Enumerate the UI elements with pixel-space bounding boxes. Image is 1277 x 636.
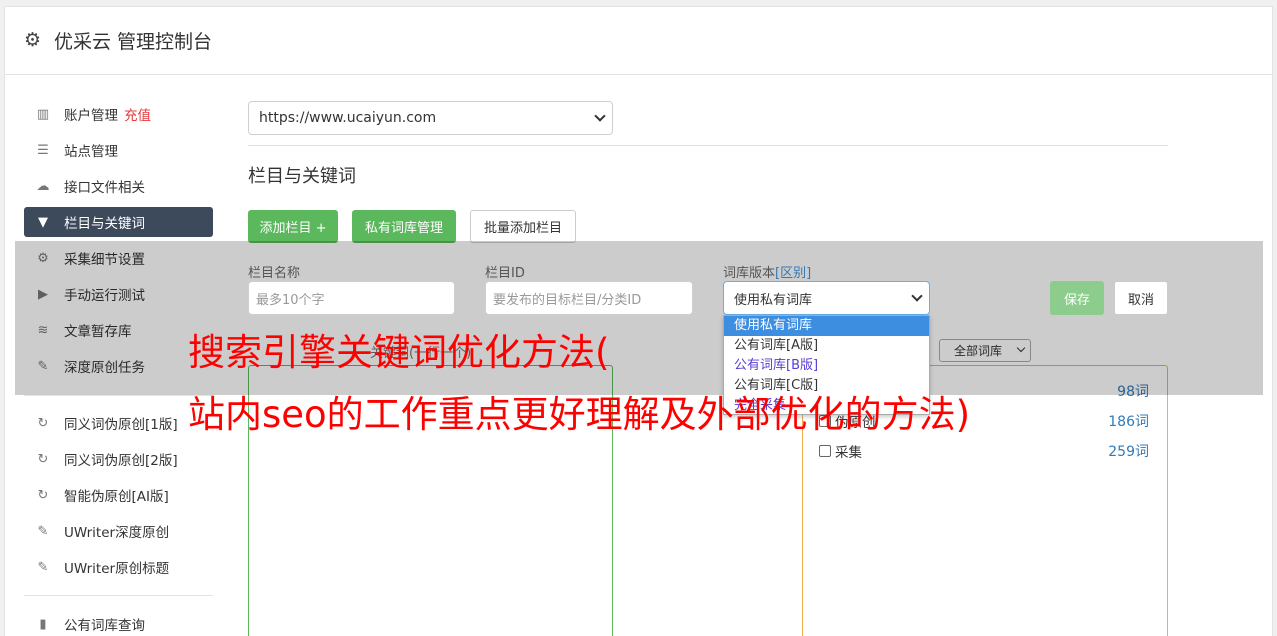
section-title: 栏目与关键词 (248, 166, 356, 187)
cloud-upload-icon: ☁ (36, 178, 50, 194)
sidebar-item-synonym-v1[interactable]: ↻ 同义词伪原创[1版] (24, 408, 213, 438)
site-select[interactable]: https://www.ucaiyun.com (248, 101, 613, 135)
page-title: 优采云 管理控制台 (54, 30, 213, 53)
sidebar-item-label: 同义词伪原创[1版] (64, 417, 178, 433)
sidebar-item-uwriter-title[interactable]: ✎ UWriter原创标题 (24, 552, 213, 582)
edit-icon: ✎ (37, 559, 49, 575)
lib-version-text: 词库版本 (723, 266, 776, 281)
edit-icon: ✎ (37, 523, 49, 539)
cancel-button[interactable]: 取消 (1114, 281, 1168, 315)
divider (248, 145, 1168, 146)
dropdown-option[interactable]: 使用私有词库 (724, 316, 929, 336)
library-row-label: 采集 (835, 445, 862, 461)
server-icon: ☰ (37, 142, 49, 158)
column-name-label: 栏目名称 (248, 266, 301, 281)
bar-chart-icon: ▥ (36, 106, 50, 122)
sidebar-item-label: 接口文件相关 (64, 180, 145, 196)
lib-version-label: 词库版本[区别] (723, 262, 811, 281)
chevron-down-icon (911, 290, 923, 302)
sidebar-divider (24, 395, 213, 396)
headline-line-1: 搜索引擎关键词优化方法( (188, 331, 610, 374)
sidebar-item-public-lib-query[interactable]: ▮ 公有词库查询 (24, 609, 213, 636)
recharge-link[interactable]: 充值 (124, 104, 151, 124)
site-select-value: https://www.ucaiyun.com (259, 110, 437, 126)
top-header: ⚙ 优采云 管理控制台 (4, 6, 1273, 75)
refresh-icon: ↻ (37, 487, 49, 503)
library-row-count[interactable]: 186词 (1108, 411, 1149, 431)
batch-add-button[interactable]: 批量添加栏目 (470, 210, 576, 243)
difference-link[interactable]: [区别] (775, 266, 811, 281)
private-lib-button[interactable]: 私有词库管理 (352, 210, 456, 243)
sidebar-item-columns-keywords[interactable]: ▼ 栏目与关键词 (24, 207, 213, 237)
column-id-input[interactable]: 要发布的目标栏目/分类ID (485, 281, 693, 315)
sidebar-item-label: 公有词库查询 (64, 618, 145, 634)
library-row-count[interactable]: 259词 (1108, 441, 1149, 461)
dropdown-option[interactable]: 公有词库[B版] (724, 356, 929, 376)
sidebar-item-label: UWriter深度原创 (64, 525, 170, 541)
filter-icon: ▼ (38, 214, 48, 230)
refresh-icon: ↻ (37, 451, 49, 467)
sidebar-item-label: 账户管理 (64, 108, 118, 124)
library-row[interactable]: 采集 259词 (819, 441, 1149, 461)
sidebar-item-uwriter-deep[interactable]: ✎ UWriter深度原创 (24, 516, 213, 546)
library-checkbox[interactable] (819, 445, 831, 457)
gear-icon[interactable]: ⚙ (24, 29, 46, 51)
refresh-icon: ↻ (37, 415, 49, 431)
sidebar-item-account[interactable]: ▥ 账户管理 充值 (24, 99, 213, 129)
sidebar-item-label: 智能伪原创[AI版] (64, 489, 169, 505)
sidebar-item-synonym-v2[interactable]: ↻ 同义词伪原创[2版] (24, 444, 213, 474)
sidebar-item-interface-files[interactable]: ☁ 接口文件相关 (24, 171, 213, 201)
column-name-input[interactable]: 最多10个字 (248, 281, 455, 315)
dropdown-option[interactable]: 公有词库[A版] (724, 336, 929, 356)
sidebar-item-ai-rewrite[interactable]: ↻ 智能伪原创[AI版] (24, 480, 213, 510)
sidebar-divider (24, 595, 213, 596)
save-button[interactable]: 保存 (1050, 281, 1104, 315)
sidebar-item-label: 同义词伪原创[2版] (64, 453, 178, 469)
sidebar-item-label: UWriter原创标题 (64, 561, 170, 577)
column-id-label: 栏目ID (485, 266, 525, 281)
sidebar-item-label: 站点管理 (64, 144, 118, 160)
chevron-down-icon (594, 110, 606, 122)
sidebar-item-label: 栏目与关键词 (64, 216, 145, 232)
add-column-button[interactable]: 添加栏目 + (248, 210, 338, 243)
lib-version-value: 使用私有词库 (734, 292, 813, 308)
lib-version-select[interactable]: 使用私有词库 (723, 281, 930, 315)
sidebar-item-sites[interactable]: ☰ 站点管理 (24, 135, 213, 165)
headline-line-2: 站内seo的工作重点更好理解及外部优化的方法) (188, 393, 971, 436)
book-icon: ▮ (39, 616, 47, 632)
